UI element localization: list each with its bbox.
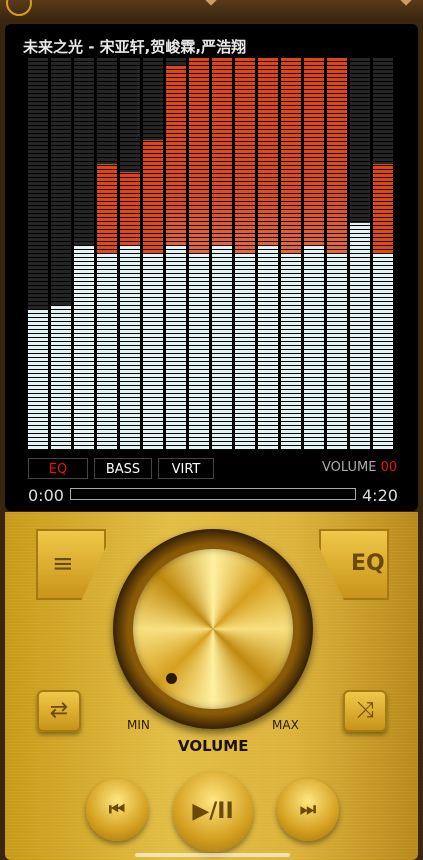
time-elapsed: 0:00 [28, 486, 64, 505]
eq-bar-segments [373, 58, 393, 450]
time-total: 4:20 [362, 486, 398, 505]
eq-bar [74, 58, 94, 450]
song-title: 未来之光 - 宋亚轩,贺峻霖,严浩翔 [23, 38, 247, 56]
virt-toggle[interactable]: VIRT [158, 458, 214, 479]
eq-bar [28, 58, 48, 450]
eq-bar [281, 58, 301, 450]
volume-max-label: MAX [272, 718, 299, 732]
eq-bar [258, 58, 278, 450]
eq-bar [120, 58, 140, 450]
eq-bar-segments [281, 58, 301, 450]
shuffle-icon: ⤨ [356, 698, 374, 723]
eq-bar [373, 58, 393, 450]
eq-bar-segments [74, 58, 94, 450]
eq-bar [304, 58, 324, 450]
bass-toggle[interactable]: BASS [94, 458, 152, 479]
volume-readout: VOLUME 00 [322, 460, 397, 475]
volume-knob[interactable] [133, 549, 293, 709]
eq-bar [189, 58, 209, 450]
eq-bar-segments [51, 58, 71, 450]
next-icon: ⏭ [299, 799, 317, 820]
previous-icon: ⏮ [108, 799, 126, 820]
top-bar [0, 0, 423, 20]
volume-readout-label: VOLUME [322, 460, 377, 475]
play-pause-button[interactable]: ▶/II [173, 772, 253, 852]
decoration-diamond-icon [205, 0, 217, 6]
knob-indicator-dot [166, 673, 177, 684]
equalizer-bars [28, 58, 396, 450]
eq-bar [350, 58, 370, 450]
eq-bar-segments [258, 58, 278, 450]
volume-min-label: MIN [127, 718, 150, 732]
repeat-button[interactable]: ⇄ [37, 690, 81, 732]
eq-bar-segments [350, 58, 370, 450]
eq-bar [97, 58, 117, 450]
eq-bar-segments [327, 58, 347, 450]
eq-bar [327, 58, 347, 450]
eq-bar-segments [212, 58, 232, 450]
list-icon: ≡ [52, 549, 74, 579]
eq-bar-segments [304, 58, 324, 450]
previous-button[interactable]: ⏮ [86, 779, 148, 841]
eq-bar-segments [28, 58, 48, 450]
eq-bar-segments [120, 58, 140, 450]
repeat-icon: ⇄ [49, 698, 69, 723]
play-pause-label: ▶/II [192, 799, 234, 824]
eq-bar [143, 58, 163, 450]
eq-bar [212, 58, 232, 450]
volume-knob-title: VOLUME [178, 737, 249, 755]
app-logo-icon [6, 0, 32, 16]
volume-readout-value: 00 [380, 460, 398, 475]
eq-bar-segments [235, 58, 255, 450]
eq-bar-segments [189, 58, 209, 450]
eq-bar [51, 58, 71, 450]
eq-toggle[interactable]: EQ [28, 458, 88, 479]
eq-bar-segments [166, 58, 186, 450]
eq-bar [235, 58, 255, 450]
eq-bar-segments [143, 58, 163, 450]
next-button[interactable]: ⏭ [277, 779, 339, 841]
eq-bar-segments [97, 58, 117, 450]
decoration-diamond-icon [400, 0, 412, 6]
seek-bar[interactable] [70, 488, 356, 500]
eq-bar [166, 58, 186, 450]
eq-button-label: EQ [351, 551, 385, 576]
shuffle-button[interactable]: ⤨ [343, 690, 387, 732]
home-indicator[interactable] [135, 853, 290, 857]
